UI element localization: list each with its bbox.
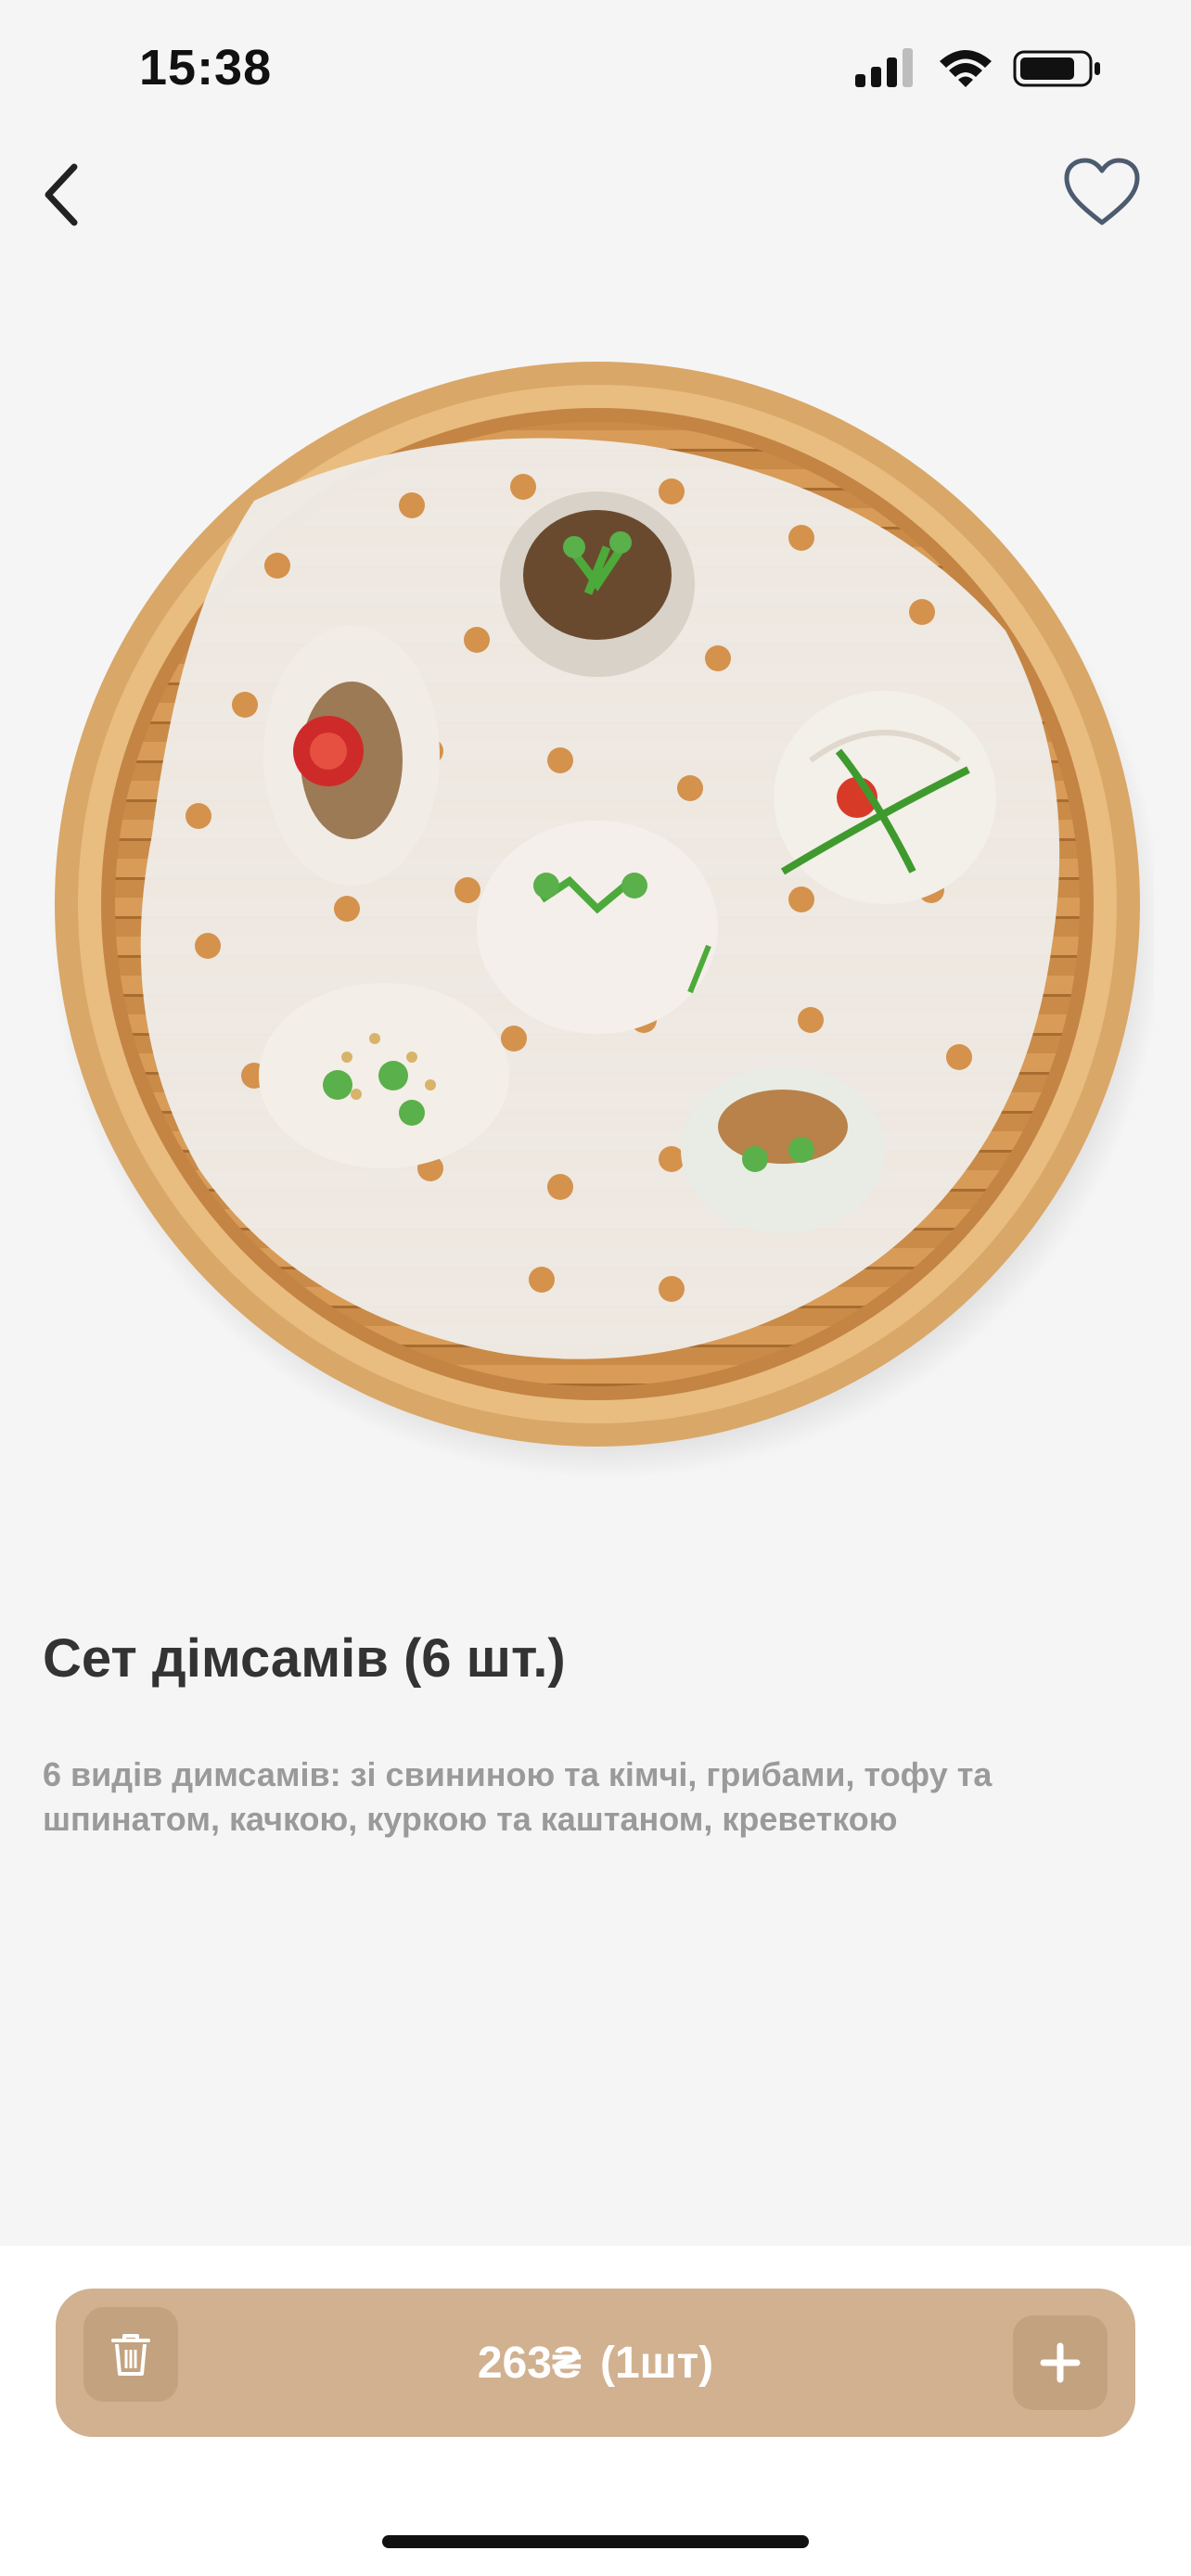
signal-icon — [855, 48, 913, 87]
cart-price: 263₴ — [477, 2338, 582, 2388]
dimsum-steamer-photo — [50, 362, 1154, 1479]
status-time: 15:38 — [139, 40, 273, 96]
status-bar: 15:38 — [0, 0, 1191, 139]
product-title: Сет дімсамів (6 шт.) — [43, 1628, 566, 1689]
wifi-icon — [940, 50, 992, 87]
battery-icon — [1013, 50, 1100, 87]
trash-icon — [111, 2334, 150, 2376]
cart-summary[interactable]: 263₴ (1шт) — [56, 2289, 1135, 2437]
delete-button[interactable] — [83, 2307, 178, 2402]
home-indicator — [382, 2535, 809, 2548]
back-button[interactable] — [30, 158, 104, 232]
plus-icon — [1040, 2342, 1081, 2383]
favorite-button[interactable] — [1061, 156, 1143, 230]
add-button[interactable] — [1013, 2315, 1108, 2410]
heart-outline-icon — [1064, 158, 1140, 225]
cart-quantity: (1шт) — [599, 2338, 714, 2388]
cart-bar: 263₴ (1шт) — [56, 2289, 1135, 2437]
chevron-left-icon — [45, 163, 78, 226]
product-description: 6 видів димсамів: зі свининою та кімчі, … — [43, 1755, 992, 1838]
